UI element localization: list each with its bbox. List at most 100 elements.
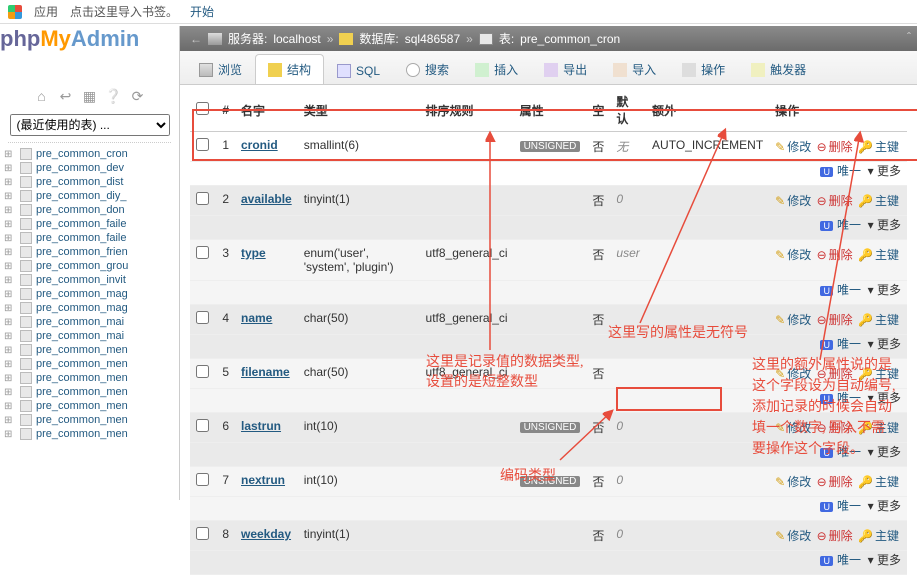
drop-link[interactable]: ⊖ 删除 (817, 311, 853, 328)
expand-icon[interactable]: ⊞ (4, 233, 16, 244)
column-name[interactable]: type (241, 246, 266, 260)
server-name[interactable]: localhost (273, 32, 320, 46)
db-tree-item[interactable]: ⊞pre_common_faile (4, 217, 175, 231)
header-default[interactable]: 默认 (610, 89, 646, 132)
expand-icon[interactable]: ⊞ (4, 177, 16, 188)
docs-icon[interactable]: ❔ (106, 88, 122, 104)
row-checkbox[interactable] (196, 192, 209, 205)
edit-link[interactable]: ✎ 修改 (775, 419, 811, 436)
expand-icon[interactable]: ⊞ (4, 345, 16, 356)
more-toggle[interactable]: ▾ 更多 (868, 218, 901, 232)
drop-link[interactable]: ⊖ 删除 (817, 419, 853, 436)
expand-icon[interactable]: ⊞ (4, 191, 16, 202)
edit-link[interactable]: ✎ 修改 (775, 138, 811, 155)
header-type[interactable]: 类型 (298, 89, 420, 132)
header-null[interactable]: 空 (586, 89, 610, 132)
db-tree-item[interactable]: ⊞pre_common_invit (4, 273, 175, 287)
db-tree-item[interactable]: ⊞pre_common_faile (4, 231, 175, 245)
column-name[interactable]: available (241, 192, 292, 206)
recent-tables-select[interactable]: (最近使用的表) ... (10, 114, 170, 136)
primary-key-link[interactable]: 🔑 主键 (858, 419, 899, 436)
db-tree-item[interactable]: ⊞pre_common_mag (4, 287, 175, 301)
expand-icon[interactable]: ⊞ (4, 247, 16, 258)
primary-key-link[interactable]: 🔑 主键 (858, 192, 899, 209)
column-name[interactable]: weekday (241, 527, 291, 541)
header-ops[interactable]: 操作 (769, 89, 907, 132)
drop-link[interactable]: ⊖ 删除 (817, 365, 853, 382)
expand-icon[interactable]: ⊞ (4, 401, 16, 412)
tab-structure[interactable]: 结构 (255, 54, 324, 84)
column-name[interactable]: lastrun (241, 419, 281, 433)
sql-icon[interactable]: ▦ (82, 88, 98, 104)
header-collation[interactable]: 排序规则 (420, 89, 514, 132)
expand-icon[interactable]: ⊞ (4, 149, 16, 160)
header-attr[interactable]: 属性 (514, 89, 587, 132)
drop-link[interactable]: ⊖ 删除 (817, 192, 853, 209)
db-tree-item[interactable]: ⊞pre_common_dev (4, 161, 175, 175)
primary-key-link[interactable]: 🔑 主键 (858, 311, 899, 328)
expand-icon[interactable]: ⊞ (4, 275, 16, 286)
column-name[interactable]: filename (241, 365, 290, 379)
db-tree-item[interactable]: ⊞pre_common_men (4, 427, 175, 441)
drop-link[interactable]: ⊖ 删除 (817, 527, 853, 544)
db-tree-item[interactable]: ⊞pre_common_men (4, 385, 175, 399)
db-tree-item[interactable]: ⊞pre_common_men (4, 413, 175, 427)
unique-link[interactable]: U唯一 (820, 391, 861, 405)
more-toggle[interactable]: ▾ 更多 (868, 391, 901, 405)
home-icon[interactable]: ⌂ (34, 88, 50, 104)
expand-icon[interactable]: ⊞ (4, 163, 16, 174)
more-toggle[interactable]: ▾ 更多 (868, 499, 901, 513)
primary-key-link[interactable]: 🔑 主键 (858, 365, 899, 382)
row-checkbox[interactable] (196, 138, 209, 151)
expand-icon[interactable]: ⊞ (4, 359, 16, 370)
primary-key-link[interactable]: 🔑 主键 (858, 138, 899, 155)
phpmyadmin-logo[interactable]: phpMyAdmin (0, 26, 179, 52)
db-tree-item[interactable]: ⊞pre_common_men (4, 371, 175, 385)
apps-icon[interactable] (8, 5, 22, 19)
row-checkbox[interactable] (196, 246, 209, 259)
expand-icon[interactable]: ⊞ (4, 387, 16, 398)
drop-link[interactable]: ⊖ 删除 (817, 473, 853, 490)
unique-link[interactable]: U唯一 (820, 499, 861, 513)
db-tree-item[interactable]: ⊞pre_common_men (4, 399, 175, 413)
logout-icon[interactable]: ↩ (58, 88, 74, 104)
check-all[interactable] (196, 102, 209, 115)
hide-breadcrumb-icon[interactable]: ˆ (907, 30, 911, 44)
row-checkbox[interactable] (196, 419, 209, 432)
db-tree-item[interactable]: ⊞pre_common_men (4, 343, 175, 357)
row-checkbox[interactable] (196, 473, 209, 486)
header-num[interactable]: # (215, 89, 235, 132)
unique-link[interactable]: U唯一 (820, 283, 861, 297)
row-checkbox[interactable] (196, 311, 209, 324)
column-name[interactable]: name (241, 311, 272, 325)
table-name[interactable]: pre_common_cron (520, 32, 620, 46)
expand-icon[interactable]: ⊞ (4, 429, 16, 440)
edit-link[interactable]: ✎ 修改 (775, 192, 811, 209)
tab-triggers[interactable]: 触发器 (738, 54, 819, 84)
expand-icon[interactable]: ⊞ (4, 373, 16, 384)
expand-icon[interactable]: ⊞ (4, 219, 16, 230)
unique-link[interactable]: U唯一 (820, 337, 861, 351)
expand-icon[interactable]: ⊞ (4, 303, 16, 314)
row-checkbox[interactable] (196, 527, 209, 540)
unique-link[interactable]: U唯一 (820, 445, 861, 459)
primary-key-link[interactable]: 🔑 主键 (858, 473, 899, 490)
column-name[interactable]: nextrun (241, 473, 285, 487)
expand-icon[interactable]: ⊞ (4, 289, 16, 300)
more-toggle[interactable]: ▾ 更多 (868, 445, 901, 459)
unique-link[interactable]: U唯一 (820, 164, 861, 178)
edit-link[interactable]: ✎ 修改 (775, 365, 811, 382)
drop-link[interactable]: ⊖ 删除 (817, 246, 853, 263)
more-toggle[interactable]: ▾ 更多 (868, 337, 901, 351)
import-bookmarks-hint[interactable]: 点击这里导入书签。 (70, 3, 178, 20)
start-link[interactable]: 开始 (190, 3, 214, 20)
db-tree-item[interactable]: ⊞pre_common_mag (4, 301, 175, 315)
expand-icon[interactable]: ⊞ (4, 261, 16, 272)
tab-insert[interactable]: 插入 (462, 54, 531, 84)
edit-link[interactable]: ✎ 修改 (775, 246, 811, 263)
drop-link[interactable]: ⊖ 删除 (817, 138, 853, 155)
more-toggle[interactable]: ▾ 更多 (868, 283, 901, 297)
header-extra[interactable]: 额外 (646, 89, 769, 132)
apps-label[interactable]: 应用 (34, 3, 58, 20)
column-name[interactable]: cronid (241, 138, 278, 152)
